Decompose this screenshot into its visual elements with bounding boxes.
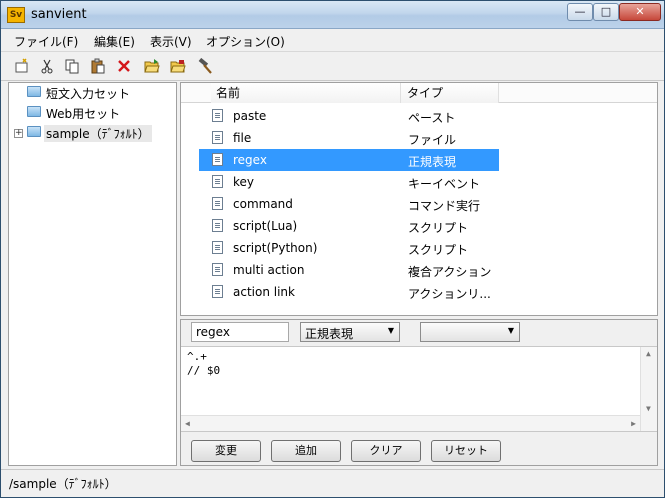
- menu-options[interactable]: オプション(O): [206, 33, 285, 50]
- tree-item-label: sample（ﾃﾞﾌｫﾙﾄ）: [44, 125, 152, 142]
- action-editor: regex 正規表現 ▼ ▼ ^.+ // $0 ▲ ▼ ◀ ▶ 変更 追加 ク…: [180, 319, 658, 466]
- close-button[interactable]: ✕: [619, 3, 661, 21]
- scroll-right-icon[interactable]: ▶: [631, 419, 636, 428]
- list-item[interactable]: action link アクションリ...: [199, 281, 499, 303]
- window-title: sanvient: [31, 7, 87, 22]
- document-icon: [212, 197, 223, 210]
- folder-icon: [27, 106, 41, 117]
- dropdown-arrow-icon: ▼: [387, 326, 394, 335]
- menu-edit[interactable]: 編集(E): [94, 33, 135, 50]
- list-item-selected[interactable]: regex 正規表現: [199, 149, 499, 171]
- list-item[interactable]: key キーイベント: [199, 171, 499, 193]
- app-window: Sv sanvient — □ ✕ ファイル(F) 編集(E) 表示(V) オプ…: [0, 0, 665, 498]
- code-line: // $0: [187, 364, 221, 377]
- save-folder-icon[interactable]: [169, 58, 187, 76]
- maximize-button[interactable]: □: [593, 3, 619, 21]
- list-item-type: ファイル: [408, 133, 457, 147]
- folder-icon: [27, 126, 41, 137]
- tree-item-label: Web用セット: [46, 107, 121, 121]
- action-type-value: 正規表現: [305, 327, 354, 341]
- scroll-left-icon[interactable]: ◀: [185, 419, 190, 428]
- list-item-name: action link: [233, 285, 295, 299]
- document-icon: [212, 131, 223, 144]
- action-subtype-select[interactable]: ▼: [420, 322, 520, 342]
- tool-hammer-icon[interactable]: [196, 57, 214, 76]
- list-item-type: 正規表現: [408, 155, 457, 169]
- tree-item-label: 短文入力セット: [46, 87, 131, 101]
- action-type-select[interactable]: 正規表現 ▼: [300, 322, 400, 342]
- action-code-editor[interactable]: ^.+ // $0 ▲ ▼ ◀ ▶: [181, 346, 657, 432]
- list-item[interactable]: script(Lua) スクリプト: [199, 215, 499, 237]
- list-item-type: 複合アクション: [408, 265, 492, 279]
- list-item-name: key: [233, 175, 255, 189]
- list-item-name: script(Python): [233, 241, 318, 255]
- document-icon: [212, 285, 223, 298]
- set-tree[interactable]: 短文入力セット Web用セット + sample（ﾃﾞﾌｫﾙﾄ）: [8, 82, 177, 466]
- list-item-name: script(Lua): [233, 219, 298, 233]
- list-item-name: regex: [233, 153, 267, 167]
- document-icon: [212, 175, 223, 188]
- menu-view[interactable]: 表示(V): [150, 33, 192, 50]
- change-button[interactable]: 変更: [191, 440, 261, 462]
- code-line: ^.+: [187, 350, 207, 363]
- app-logo: Sv: [7, 7, 25, 23]
- tree-item-web-set[interactable]: Web用セット: [9, 103, 169, 123]
- list-item-name: multi action: [233, 263, 305, 277]
- new-icon[interactable]: [13, 58, 31, 76]
- title-bar[interactable]: Sv sanvient — □ ✕: [1, 1, 664, 29]
- document-icon: [212, 263, 223, 276]
- list-item-name: command: [233, 197, 293, 211]
- scroll-down-icon[interactable]: ▼: [646, 404, 651, 413]
- tree-item-sample[interactable]: + sample（ﾃﾞﾌｫﾙﾄ）: [9, 123, 169, 143]
- menu-bar: ファイル(F) 編集(E) 表示(V) オプション(O): [1, 30, 664, 52]
- document-icon: [212, 109, 223, 122]
- dropdown-arrow-icon: ▼: [507, 326, 514, 335]
- action-name-input[interactable]: regex: [191, 322, 289, 342]
- status-bar: /sample（ﾃﾞﾌｫﾙﾄ）: [1, 469, 664, 497]
- menu-file[interactable]: ファイル(F): [14, 33, 78, 50]
- open-folder-icon[interactable]: [143, 58, 161, 76]
- cut-icon[interactable]: [38, 58, 56, 76]
- column-header-type[interactable]: タイプ: [401, 83, 499, 103]
- list-item-type: コマンド実行: [408, 199, 481, 213]
- scroll-up-icon[interactable]: ▲: [646, 349, 651, 358]
- action-list[interactable]: 名前 タイプ paste ペースト file ファイル regex 正規表現 k…: [180, 82, 658, 316]
- delete-icon[interactable]: [115, 58, 133, 76]
- list-item-type: スクリプト: [408, 221, 469, 235]
- minimize-button[interactable]: —: [567, 3, 593, 21]
- folder-icon: [27, 86, 41, 97]
- list-item-type: ペースト: [408, 111, 456, 125]
- clear-button[interactable]: クリア: [351, 440, 421, 462]
- document-icon: [212, 241, 223, 254]
- list-item-type: アクションリ...: [408, 287, 491, 301]
- list-item-type: スクリプト: [408, 243, 469, 257]
- status-path: /sample（ﾃﾞﾌｫﾙﾄ）: [9, 477, 117, 491]
- list-item-name: paste: [233, 109, 267, 123]
- list-item-name: file: [233, 131, 252, 145]
- list-item[interactable]: script(Python) スクリプト: [199, 237, 499, 259]
- list-item[interactable]: multi action 複合アクション: [199, 259, 499, 281]
- horizontal-scrollbar[interactable]: ◀ ▶: [181, 415, 640, 431]
- vertical-scrollbar[interactable]: ▲ ▼: [640, 347, 657, 431]
- copy-icon[interactable]: [63, 58, 81, 76]
- document-icon: [212, 153, 223, 166]
- tree-item-short-text-set[interactable]: 短文入力セット: [9, 83, 169, 103]
- expand-plus-icon[interactable]: +: [14, 129, 23, 138]
- list-item[interactable]: paste ペースト: [199, 105, 499, 127]
- list-item[interactable]: file ファイル: [199, 127, 499, 149]
- add-button[interactable]: 追加: [271, 440, 341, 462]
- paste-icon[interactable]: [89, 58, 107, 76]
- column-header-name[interactable]: 名前: [211, 83, 401, 103]
- document-icon: [212, 219, 223, 232]
- toolbar: [1, 53, 664, 81]
- reset-button[interactable]: リセット: [431, 440, 501, 462]
- list-item[interactable]: command コマンド実行: [199, 193, 499, 215]
- list-item-type: キーイベント: [408, 177, 481, 191]
